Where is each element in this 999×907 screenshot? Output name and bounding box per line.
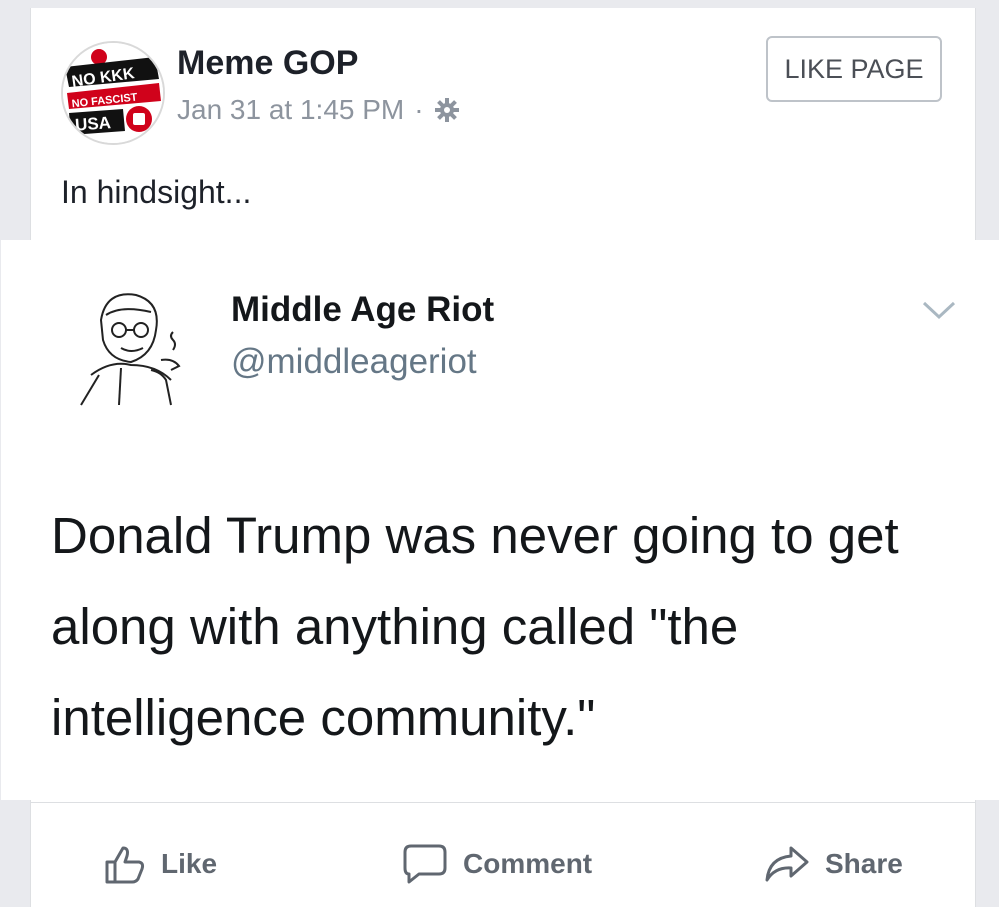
no-kkk-logo-icon: NO KKK NO FASCIST USA <box>63 43 163 143</box>
share-button[interactable]: Share <box>763 834 903 894</box>
like-button[interactable]: Like <box>103 834 217 894</box>
post-text: In hindsight... <box>61 174 252 210</box>
chevron-down-icon <box>922 301 956 320</box>
tweet-image: Middle Age Riot @middleageriot Donald Tr… <box>1 240 999 800</box>
share-label: Share <box>825 848 903 879</box>
page-avatar[interactable]: NO KKK NO FASCIST USA <box>61 41 165 145</box>
post-card: NO KKK NO FASCIST USA Meme GOP Jan 31 at… <box>1 8 999 907</box>
post-header: NO KKK NO FASCIST USA Meme GOP Jan 31 at… <box>31 8 975 238</box>
logo-line3: USA <box>74 113 111 134</box>
page-name[interactable]: Meme GOP <box>177 44 358 83</box>
meta-separator: · <box>414 94 424 125</box>
tweet-text: Donald Trump was never going to get alon… <box>51 507 899 746</box>
comment-icon <box>403 844 447 884</box>
comment-button[interactable]: Comment <box>401 834 592 894</box>
tweet-author-handle: @middleageriot <box>231 342 477 381</box>
gear-icon <box>434 98 459 122</box>
actions-divider <box>31 802 975 803</box>
post-meta: Jan 31 at 1:45 PM · <box>177 94 460 126</box>
like-page-button[interactable]: LIKE PAGE <box>766 36 942 102</box>
post-timestamp[interactable]: Jan 31 at 1:45 PM <box>177 94 404 126</box>
thumbs-up-icon <box>105 846 145 884</box>
tweet-avatar <box>80 293 181 406</box>
tweet-author-name: Middle Age Riot <box>231 290 495 329</box>
post-actions: Like Comment Share <box>31 834 975 894</box>
share-icon <box>765 846 809 882</box>
comment-label: Comment <box>463 848 593 879</box>
like-label: Like <box>161 848 218 879</box>
